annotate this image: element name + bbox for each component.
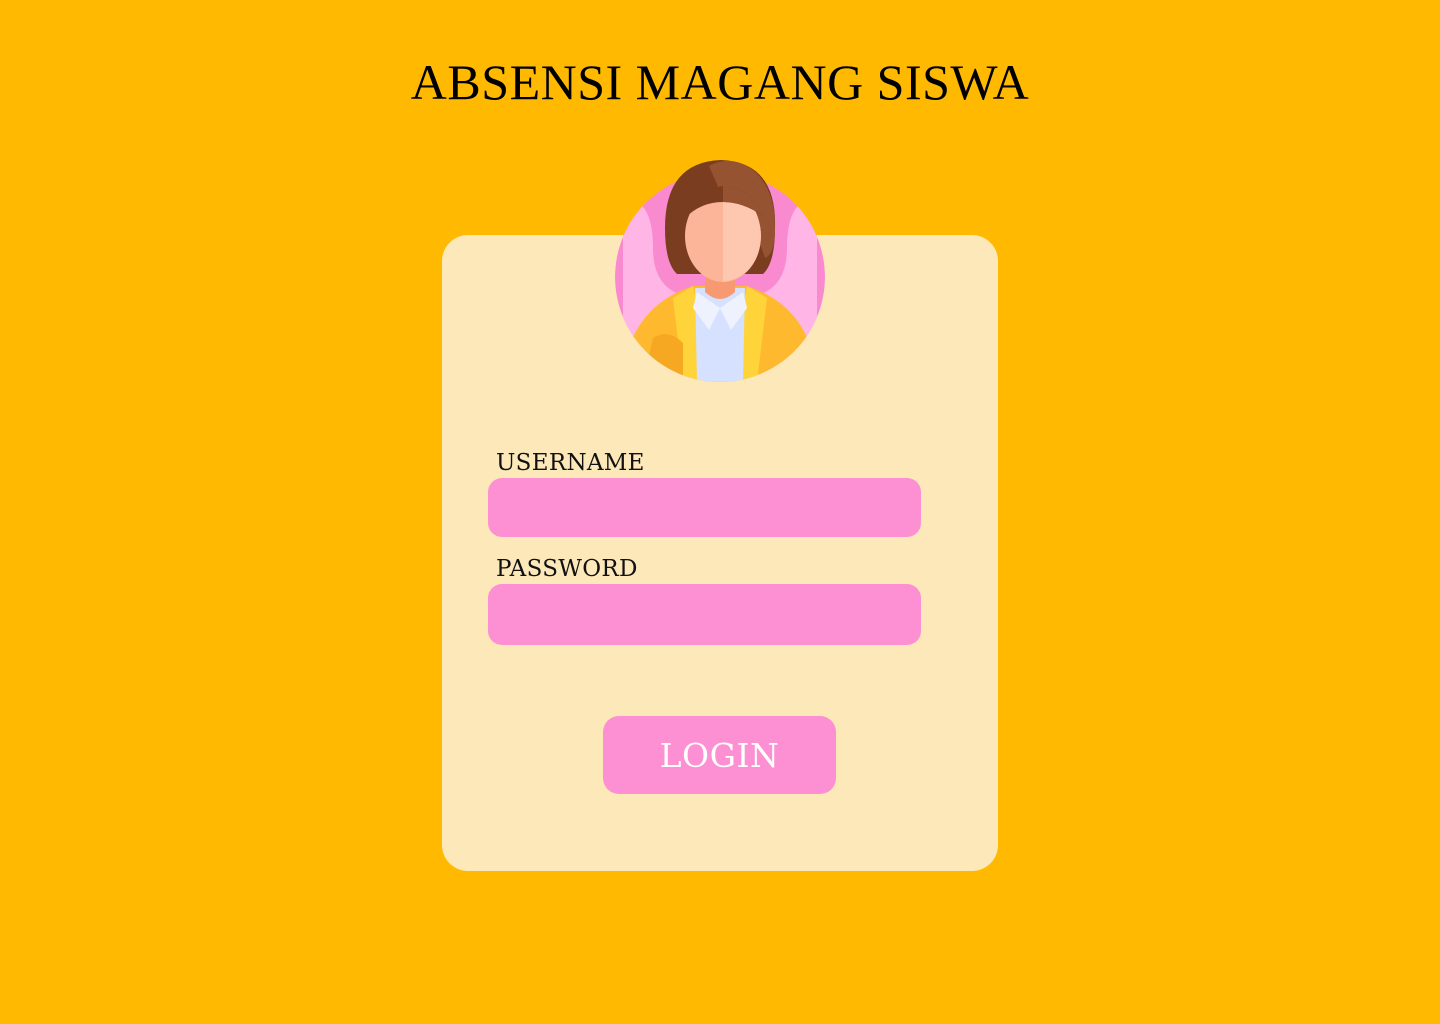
page-title: ABSENSI MAGANG SISWA xyxy=(410,54,1030,110)
password-input[interactable] xyxy=(488,584,921,645)
username-input[interactable] xyxy=(488,478,921,537)
female-student-avatar-icon xyxy=(615,160,825,382)
login-button[interactable]: LOGIN xyxy=(603,716,836,794)
username-label: USERNAME xyxy=(496,450,645,476)
password-label: PASSWORD xyxy=(496,556,638,582)
